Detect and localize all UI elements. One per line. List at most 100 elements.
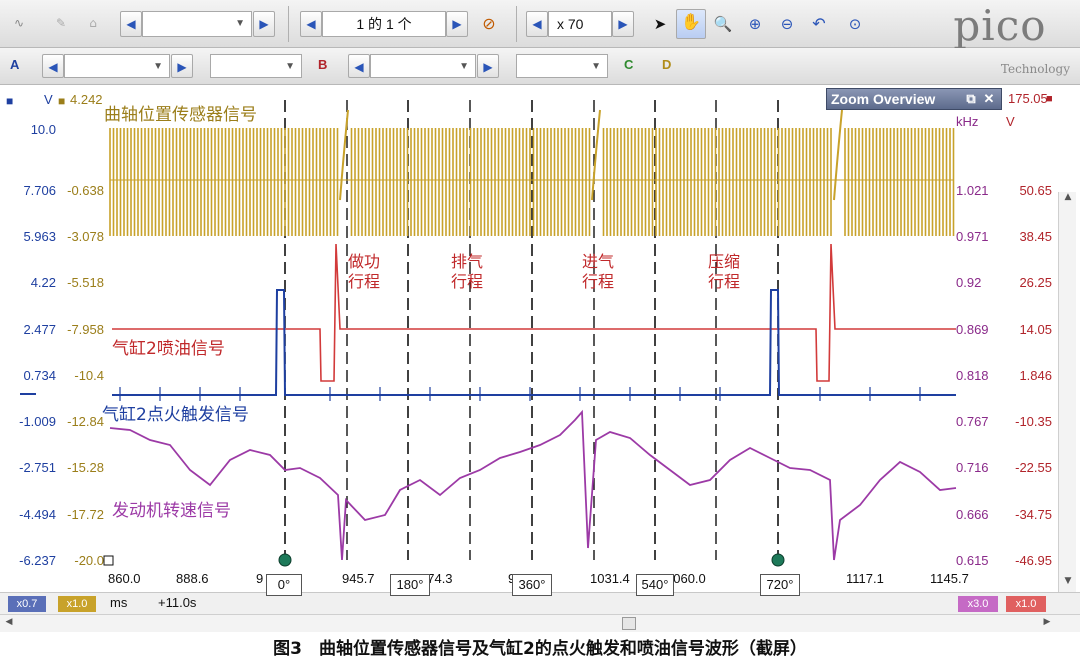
channel-b-scale-chip[interactable]: x1.0 xyxy=(58,596,96,612)
probe-icon[interactable]: ✎ xyxy=(48,10,74,36)
x-tick-label: 1145.7 xyxy=(930,571,969,586)
left-b-tick: -10.4 xyxy=(74,368,104,383)
horizontal-scrollbar[interactable]: ◀ ▶ xyxy=(0,614,1080,632)
scroll-right-arrow-icon[interactable]: ▶ xyxy=(1040,617,1054,630)
crank-angle-marker[interactable]: 540° xyxy=(636,574,674,596)
right-d-tick: -34.75 xyxy=(1015,507,1052,522)
left-b-tick: -20.0 xyxy=(74,553,104,568)
zoom-reset-icon[interactable]: ⊙ xyxy=(842,11,868,37)
right-c-tick: 0.767 xyxy=(956,414,989,429)
crank-gap-spike xyxy=(591,109,601,201)
channel-a-label[interactable]: A xyxy=(10,54,19,76)
restore-icon[interactable]: ⧉ xyxy=(963,89,979,109)
hand-pan-icon[interactable]: ✋ xyxy=(676,9,706,39)
channel-a-marker: ■ xyxy=(6,94,14,108)
page-indicator[interactable]: 1 的 1 个 xyxy=(322,11,446,37)
channel-a-scale-chip[interactable]: x0.7 xyxy=(8,596,46,612)
scroll-up-arrow-icon[interactable]: ▲ xyxy=(1062,192,1074,202)
channel-a-coupling-select[interactable]: ▼ xyxy=(210,54,302,78)
view-select[interactable]: ▼ xyxy=(142,11,252,37)
stroke-label: 排气 行程 xyxy=(445,252,489,292)
pico-technology-text: Technology xyxy=(1000,62,1070,76)
left-a-tick: 10.0 xyxy=(30,122,56,137)
zoom-out-icon[interactable]: ⊖ xyxy=(774,11,800,37)
compass-icon[interactable]: ⊘ xyxy=(476,11,502,37)
channel-b-label[interactable]: B xyxy=(318,54,327,76)
stroke-suffix: 行程 xyxy=(707,272,740,291)
close-icon[interactable]: ✕ xyxy=(981,89,997,109)
channel-c-scale-chip[interactable]: x3.0 xyxy=(958,596,998,612)
zoom-decrease-button[interactable]: ◀ xyxy=(526,11,548,37)
channel-b-range-next[interactable]: ▶ xyxy=(477,54,499,78)
next-page-button[interactable]: ▶ xyxy=(446,11,468,37)
stroke-suffix: 行程 xyxy=(450,272,483,291)
right-d-tick: 1.846 xyxy=(1019,368,1052,383)
picoscope-window: ∿ ✎ ⌂ ◀ ▼ ▶ ◀ 1 的 1 个 ▶ ⊘ ◀ x 70 ▶ ➤ ✋ 🔍… xyxy=(0,0,1080,632)
zoom-in-icon[interactable]: ⊕ xyxy=(742,11,768,37)
main-toolbar: ∿ ✎ ⌂ ◀ ▼ ▶ ◀ 1 的 1 个 ▶ ⊘ ◀ x 70 ▶ ➤ ✋ 🔍… xyxy=(0,0,1080,48)
zoom-overview-panel[interactable]: Zoom Overview ⧉ ✕ xyxy=(826,88,1002,110)
left-b-tick: -17.72 xyxy=(67,507,104,522)
time-offset: +11.0s xyxy=(158,595,197,610)
x-tick-label: 945.7 xyxy=(342,571,375,586)
engine-speed-waveform xyxy=(109,409,957,561)
channel-c-label[interactable]: C xyxy=(624,54,633,76)
right-d-tick: -46.95 xyxy=(1015,553,1052,568)
right-axis-c-unit: kHz xyxy=(956,114,979,129)
x-tick-label: 1031.4 xyxy=(590,571,630,586)
scroll-thumb[interactable] xyxy=(622,617,636,630)
scope-mode-icon[interactable]: ∿ xyxy=(6,10,32,36)
pointer-icon[interactable]: ➤ xyxy=(648,11,672,37)
zoom-increase-button[interactable]: ▶ xyxy=(612,11,634,37)
time-unit: ms xyxy=(110,595,128,610)
figure-caption: 图3 曲轴位置传感器信号及气缸2的点火触发和喷油信号波形（截屏） xyxy=(273,639,807,659)
channel-b-coupling-select[interactable]: ▼ xyxy=(516,54,608,78)
channel-d-label[interactable]: D xyxy=(662,54,671,76)
prev-view-button[interactable]: ◀ xyxy=(120,11,142,37)
stroke-name: 压缩 xyxy=(707,252,740,271)
stroke-name: 做功 xyxy=(347,252,380,271)
crank-angle-marker[interactable]: 180° xyxy=(390,574,430,596)
right-c-tick: 1.021 xyxy=(956,183,989,198)
left-b-tick: -15.28 xyxy=(67,460,104,475)
chevron-down-icon: ▼ xyxy=(235,18,245,29)
right-axis-d-top: 175.05 xyxy=(1008,91,1048,106)
channel-a-range-prev[interactable]: ◀ xyxy=(42,54,64,78)
zoom-overview-title: Zoom Overview xyxy=(831,91,936,107)
injector-waveform xyxy=(112,243,956,382)
vertical-scrollbar[interactable]: ▲ ▼ xyxy=(1058,192,1076,592)
channel-a-range-select[interactable]: ▼ xyxy=(64,54,170,78)
channel-b-marker: ■ xyxy=(58,94,66,108)
home-icon[interactable]: ⌂ xyxy=(80,10,106,36)
scroll-down-arrow-icon[interactable]: ▼ xyxy=(1062,576,1074,586)
channel-d-marker: ■ xyxy=(1046,93,1053,105)
left-b-tick: -5.518 xyxy=(67,275,104,290)
ignition-label: 气缸2点火触发信号 xyxy=(102,405,249,425)
stroke-label: 做功 行程 xyxy=(342,252,386,292)
right-c-tick: 0.971 xyxy=(956,229,989,244)
undo-zoom-icon[interactable]: ↶ xyxy=(806,11,832,37)
channel-b-range-prev[interactable]: ◀ xyxy=(348,54,370,78)
stroke-label: 压缩 行程 xyxy=(702,252,746,292)
channel-toolbar: A ◀ ▼ ▶ ▼ B ◀ ▼ ▶ ▼ C D Technology xyxy=(0,48,1080,85)
crank-angle-marker[interactable]: 0° xyxy=(266,574,302,596)
x-tick-label: 1117.1 xyxy=(846,571,884,586)
crank-angle-marker[interactable]: 360° xyxy=(512,574,552,596)
scroll-left-arrow-icon[interactable]: ◀ xyxy=(2,617,16,630)
stroke-name: 排气 xyxy=(450,252,483,271)
channel-b-range-select[interactable]: ▼ xyxy=(370,54,476,78)
next-view-button[interactable]: ▶ xyxy=(253,11,275,37)
channel-a-range-next[interactable]: ▶ xyxy=(171,54,193,78)
x-tick-label: 860.0 xyxy=(108,571,141,586)
right-d-tick: 14.05 xyxy=(1019,322,1052,337)
prev-page-button[interactable]: ◀ xyxy=(300,11,322,37)
right-d-tick: 50.65 xyxy=(1019,183,1052,198)
zoom-factor[interactable]: x 70 xyxy=(548,11,612,37)
crank-angle-marker[interactable]: 720° xyxy=(760,574,800,596)
zoom-area-icon[interactable]: 🔍 xyxy=(710,11,736,37)
channel-d-scale-chip[interactable]: x1.0 xyxy=(1006,596,1046,612)
chevron-down-icon: ▼ xyxy=(459,61,469,72)
stroke-name: 进气 xyxy=(581,252,614,271)
tdc-marker-dot xyxy=(278,553,292,567)
chevron-down-icon: ▼ xyxy=(591,61,601,72)
